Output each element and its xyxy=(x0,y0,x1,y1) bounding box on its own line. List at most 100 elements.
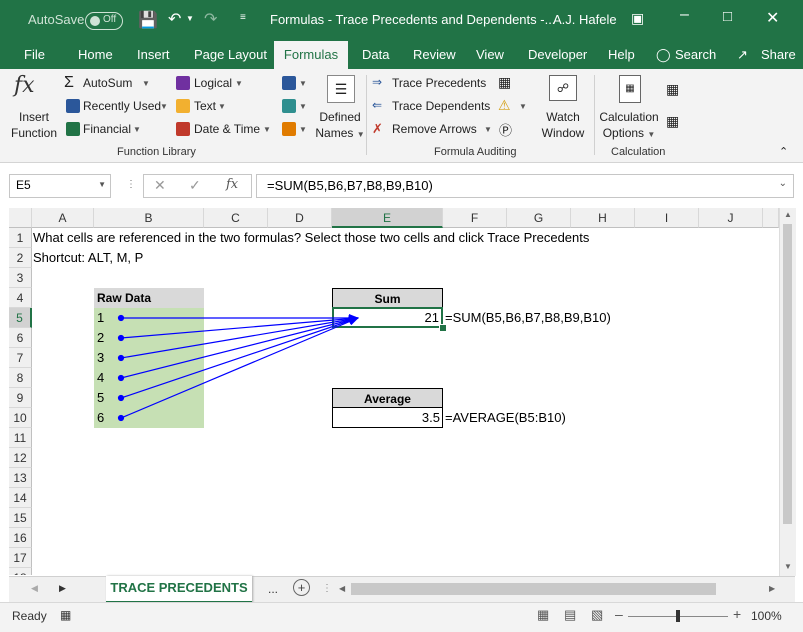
arrow-dot xyxy=(117,394,125,402)
logical-button[interactable]: Logical xyxy=(194,76,232,90)
fx-icon[interactable]: fx xyxy=(14,73,35,98)
insert-function-button[interactable]: Insert Function xyxy=(6,109,62,141)
error-checking-dropdown-icon[interactable]: ▼ xyxy=(519,102,527,111)
defined-names-button[interactable]: Defined Names ▼ xyxy=(313,109,367,143)
tab-page-layout[interactable]: Page Layout xyxy=(194,47,267,62)
undo-icon[interactable]: ↶ xyxy=(168,9,181,29)
vertical-scrollbar[interactable]: ▲ ▼ xyxy=(779,208,796,576)
scroll-left-icon[interactable]: ◀ xyxy=(339,584,345,593)
share-icon[interactable]: ↗ xyxy=(737,47,748,63)
autosave-state: Off xyxy=(103,14,117,25)
minimize-icon[interactable]: – xyxy=(680,6,689,24)
watch-window-button[interactable]: Watch Window xyxy=(537,109,589,141)
ribbon-display-icon[interactable]: ▣ xyxy=(631,10,644,27)
sheet-tab-bar: ◀ ▶ TRACE PRECEDENTS ... + ⋮ ◀ ▶ xyxy=(9,576,795,604)
user-name[interactable]: A.J. Hafele xyxy=(553,12,617,27)
title-bar: AutoSave Off 💾 ↶ ▼ ↷ ≡ Formulas - Trace … xyxy=(0,0,803,41)
math-dropdown-icon[interactable]: ▼ xyxy=(299,102,307,111)
formula-bar-buttons: ✕ ✓ fx xyxy=(143,174,252,198)
collapse-ribbon-icon[interactable]: ⌃ xyxy=(779,145,788,158)
search-box[interactable]: Search xyxy=(675,47,716,62)
date-time-dropdown-icon[interactable]: ▼ xyxy=(263,125,271,134)
name-box-dropdown-icon[interactable]: ▼ xyxy=(98,180,106,189)
calculation-options-button[interactable]: Calculation Options ▼ xyxy=(597,109,661,143)
expand-formula-bar-icon[interactable]: ⌄ xyxy=(779,178,787,189)
tab-developer[interactable]: Developer xyxy=(528,47,587,62)
tab-help[interactable]: Help xyxy=(608,47,635,62)
tab-view[interactable]: View xyxy=(476,47,504,62)
autosum-dropdown-icon[interactable]: ▼ xyxy=(142,79,150,88)
customize-toolbar-icon[interactable]: ≡ xyxy=(240,12,246,23)
math-trig-icon[interactable] xyxy=(282,99,296,113)
financial-button[interactable]: Financial xyxy=(83,122,131,136)
group-separator xyxy=(366,75,367,155)
tab-insert[interactable]: Insert xyxy=(137,47,170,62)
page-break-view-icon[interactable]: ▧ xyxy=(591,607,603,623)
sheet-tab-trace-precedents[interactable]: TRACE PRECEDENTS xyxy=(106,576,252,604)
save-icon[interactable]: 💾 xyxy=(138,10,158,30)
group-separator xyxy=(594,75,595,155)
redo-icon[interactable]: ↷ xyxy=(204,9,217,29)
recently-used-button[interactable]: Recently Used xyxy=(83,99,161,113)
status-bar: Ready ▦ ▦ ▤ ▧ – + 100% xyxy=(0,602,803,632)
remove-arrows-dropdown-icon[interactable]: ▼ xyxy=(484,125,492,134)
macro-record-icon[interactable]: ▦ xyxy=(60,608,71,622)
lookup-dropdown-icon[interactable]: ▼ xyxy=(299,79,307,88)
logical-dropdown-icon[interactable]: ▼ xyxy=(235,79,243,88)
zoom-level[interactable]: 100% xyxy=(751,609,782,623)
normal-view-icon[interactable]: ▦ xyxy=(537,607,549,623)
text-dropdown-icon[interactable]: ▼ xyxy=(218,102,226,111)
zoom-out-icon[interactable]: – xyxy=(615,606,623,622)
autosum-button[interactable]: AutoSum xyxy=(83,76,132,90)
worksheet-grid[interactable]: A B C D E F G H I J 1 2 3 4 5 6 7 8 9 10… xyxy=(9,208,779,575)
error-checking-icon[interactable]: ⚠ xyxy=(498,97,511,114)
horizontal-scroll-thumb[interactable] xyxy=(351,583,716,595)
autosave-toggle[interactable]: Off xyxy=(85,12,123,30)
undo-dropdown-icon[interactable]: ▼ xyxy=(186,14,194,23)
calculate-now-icon[interactable]: ▦ xyxy=(666,81,679,98)
text-button[interactable]: Text xyxy=(194,99,216,113)
evaluate-formula-icon[interactable]: Ⓟ xyxy=(499,120,512,139)
remove-arrows-button[interactable]: Remove Arrows xyxy=(392,122,477,136)
trace-dependents-button[interactable]: Trace Dependents xyxy=(392,99,490,113)
more-functions-icon[interactable] xyxy=(282,122,296,136)
name-box-value: E5 xyxy=(16,178,31,192)
vertical-scroll-thumb[interactable] xyxy=(783,224,792,524)
next-sheet-icon[interactable]: ▶ xyxy=(59,583,66,594)
tab-home[interactable]: Home xyxy=(78,47,113,62)
more-functions-dropdown-icon[interactable]: ▼ xyxy=(299,125,307,134)
financial-dropdown-icon[interactable]: ▼ xyxy=(133,125,141,134)
zoom-slider-thumb[interactable] xyxy=(676,610,680,622)
tab-splitter-icon[interactable]: ⋮ xyxy=(322,583,332,594)
defined-names-label-2: Names xyxy=(315,126,354,140)
tab-review[interactable]: Review xyxy=(413,47,456,62)
scroll-right-icon[interactable]: ▶ xyxy=(769,584,775,593)
cancel-icon[interactable]: ✕ xyxy=(154,177,166,194)
lookup-reference-icon[interactable] xyxy=(282,76,296,90)
scroll-up-icon[interactable]: ▲ xyxy=(784,210,792,219)
recently-used-dropdown-icon[interactable]: ▼ xyxy=(160,102,168,111)
page-layout-view-icon[interactable]: ▤ xyxy=(564,607,576,623)
maximize-icon[interactable]: □ xyxy=(723,8,732,25)
calculate-sheet-icon[interactable]: ▦ xyxy=(666,113,679,130)
tab-formulas[interactable]: Formulas xyxy=(274,41,348,69)
close-icon[interactable]: ✕ xyxy=(766,8,779,28)
new-sheet-icon[interactable]: + xyxy=(293,579,310,596)
zoom-in-icon[interactable]: + xyxy=(733,606,741,622)
insert-function-icon[interactable]: fx xyxy=(226,177,238,192)
formula-input[interactable]: =SUM(B5,B6,B7,B8,B9,B10) ⌄ xyxy=(256,174,794,198)
enter-icon[interactable]: ✓ xyxy=(189,177,201,194)
lightbulb-icon: ◯ xyxy=(656,47,671,62)
date-time-button[interactable]: Date & Time xyxy=(194,122,260,136)
name-box[interactable]: E5 ▼ xyxy=(9,174,111,198)
remove-arrows-icon: ✗ xyxy=(372,121,383,136)
scroll-down-icon[interactable]: ▼ xyxy=(784,562,792,571)
trace-precedents-button[interactable]: Trace Precedents xyxy=(392,76,486,90)
tab-data[interactable]: Data xyxy=(362,47,389,62)
arrow-dot xyxy=(117,334,125,342)
more-sheets-button[interactable]: ... xyxy=(268,582,278,596)
show-formulas-icon[interactable]: ▦ xyxy=(498,74,511,91)
prev-sheet-icon[interactable]: ◀ xyxy=(31,583,38,594)
share-button[interactable]: Share xyxy=(761,47,796,62)
tab-file[interactable]: File xyxy=(24,47,45,62)
